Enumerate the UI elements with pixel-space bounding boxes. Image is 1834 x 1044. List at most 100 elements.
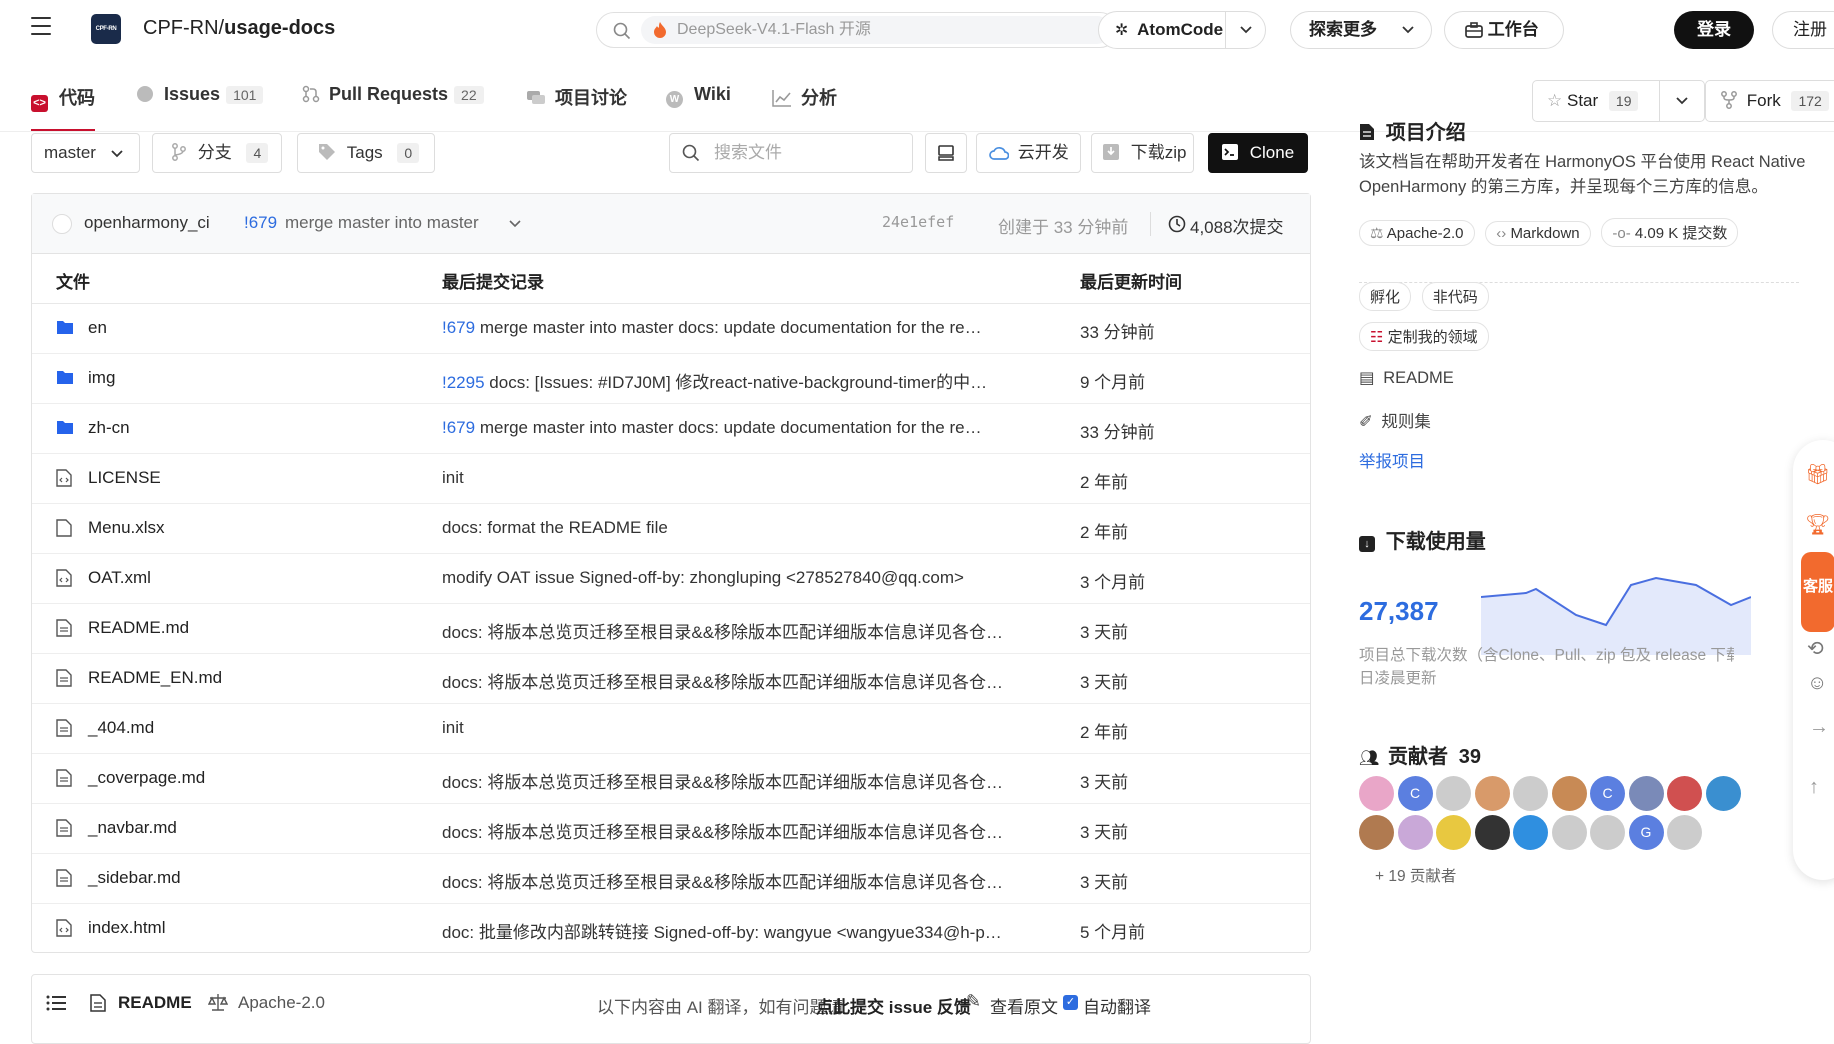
contributor-avatar[interactable]: [1667, 815, 1702, 850]
commit-message[interactable]: docs: 将版本总览页迁移至根目录&&移除版本匹配详细版本信息详见各仓…: [442, 618, 1022, 643]
file-row[interactable]: Menu.xlsx docs: format the README file 2 年…: [32, 504, 1310, 554]
tab-issues[interactable]: Issues 101: [137, 84, 264, 132]
tab-wiki[interactable]: W Wiki: [666, 84, 731, 132]
contributor-avatar[interactable]: [1513, 776, 1548, 811]
chevron-down-icon[interactable]: [1239, 25, 1253, 35]
commit-message[interactable]: docs: 将版本总览页迁移至根目录&&移除版本匹配详细版本信息详见各仓…: [442, 768, 1022, 793]
file-row[interactable]: README.md docs: 将版本总览页迁移至根目录&&移除版本匹配详细版本信…: [32, 604, 1310, 654]
tags-button[interactable]: Tags 0: [297, 133, 435, 173]
repo-owner[interactable]: CPF-RN/: [143, 17, 224, 39]
commits-badge[interactable]: -o- 4.09 K 提交数: [1601, 218, 1739, 247]
commit-message[interactable]: !2295 docs: [Issues: #ID7J0M] 修改react-na…: [442, 368, 1022, 393]
auto-translate-label[interactable]: 自动翻译: [1083, 993, 1151, 1018]
chevron-down-icon[interactable]: [1675, 96, 1689, 106]
tag-incubation[interactable]: 孵化: [1359, 282, 1412, 311]
file-row[interactable]: en !679 merge master into master docs: up…: [32, 304, 1310, 354]
arrow-right-icon[interactable]: →: [1809, 716, 1829, 739]
fork-button[interactable]: Fork 172: [1705, 80, 1834, 122]
readme-title[interactable]: README: [118, 993, 192, 1013]
tab-discussions[interactable]: 项目讨论: [526, 84, 627, 132]
register-button[interactable]: 注册: [1772, 11, 1834, 49]
file-row[interactable]: index.html doc: 批量修改内部跳转链接 Signed-off-by:…: [32, 904, 1310, 954]
commit-message[interactable]: merge master into master: [285, 213, 479, 233]
file-name[interactable]: README_EN.md: [88, 668, 222, 688]
workbench-button[interactable]: 工作台: [1444, 11, 1564, 49]
commit-message[interactable]: docs: 将版本总览页迁移至根目录&&移除版本匹配详细版本信息详见各仓…: [442, 668, 1022, 693]
tab-pull-requests[interactable]: Pull Requests 22: [302, 84, 484, 132]
readme-license[interactable]: Apache-2.0: [238, 993, 325, 1013]
commit-message[interactable]: init: [442, 718, 1022, 738]
contributor-avatar[interactable]: [1474, 815, 1510, 850]
file-name[interactable]: _navbar.md: [88, 818, 177, 838]
pr-link[interactable]: !679: [442, 318, 475, 337]
contributor-avatar[interactable]: [1397, 815, 1433, 850]
pr-link[interactable]: !2295: [442, 373, 485, 392]
back-to-top-icon[interactable]: ↑: [1809, 776, 1819, 799]
contributor-avatar[interactable]: [1436, 815, 1471, 850]
auto-translate-checkbox[interactable]: ✓: [1063, 995, 1078, 1010]
contributor-avatar[interactable]: [1359, 776, 1394, 811]
custom-domain-button[interactable]: ☷ 定制我的领域: [1359, 322, 1495, 351]
contributor-avatar[interactable]: [1551, 815, 1587, 850]
contributor-avatar[interactable]: [1590, 815, 1625, 850]
ai-feedback-link[interactable]: 点此提交 issue 反馈: [816, 993, 971, 1018]
repo-path[interactable]: CPF-RN/usage-docs: [143, 17, 335, 40]
contributor-avatar[interactable]: [1667, 776, 1702, 811]
contributor-avatar[interactable]: [1513, 815, 1548, 850]
more-contributors-link[interactable]: + 19 贡献者: [1375, 864, 1456, 886]
refresh-icon[interactable]: ⟲: [1807, 636, 1824, 661]
search-input[interactable]: DeepSeek-V4.1-Flash 开源: [641, 16, 1111, 44]
commit-message[interactable]: docs: format the README file: [442, 518, 1022, 538]
list-icon[interactable]: [46, 995, 66, 1011]
commit-message[interactable]: init: [442, 468, 1022, 488]
contributor-avatar[interactable]: [1359, 815, 1394, 850]
contributor-avatar[interactable]: C: [1397, 776, 1433, 811]
menu-icon[interactable]: [31, 17, 51, 37]
smile-icon[interactable]: ☺: [1807, 672, 1827, 695]
contributor-avatar[interactable]: C: [1590, 776, 1625, 811]
cloud-dev-button[interactable]: 云开发: [976, 133, 1081, 173]
file-name[interactable]: _sidebar.md: [88, 868, 181, 888]
contributor-avatar[interactable]: [1551, 776, 1587, 811]
login-button[interactable]: 登录: [1674, 11, 1754, 49]
chevron-down-icon[interactable]: [508, 219, 522, 229]
tab-analysis[interactable]: 分析: [772, 84, 837, 132]
repo-name[interactable]: usage-docs: [224, 17, 335, 39]
rules-link[interactable]: ✐ 规则集: [1359, 408, 1431, 432]
file-name[interactable]: Menu.xlsx: [88, 518, 165, 538]
file-name[interactable]: _404.md: [88, 718, 154, 738]
file-search-input[interactable]: 搜索文件: [669, 133, 913, 173]
web-ide-button[interactable]: [925, 133, 967, 173]
file-name[interactable]: LICENSE: [88, 468, 161, 488]
file-row[interactable]: _404.md init 2 年前: [32, 704, 1310, 754]
global-search[interactable]: DeepSeek-V4.1-Flash 开源: [596, 12, 1118, 48]
branch-select[interactable]: master: [31, 133, 140, 173]
file-row[interactable]: _sidebar.md docs: 将版本总览页迁移至根目录&&移除版本匹配详细版…: [32, 854, 1310, 904]
atomcode-button[interactable]: ✲ AtomCode: [1098, 11, 1266, 49]
star-button[interactable]: ☆ Star 19: [1532, 80, 1705, 122]
report-link[interactable]: 举报项目: [1359, 448, 1425, 472]
pr-link[interactable]: !679: [442, 418, 475, 437]
commit-message[interactable]: !679 merge master into master docs: upda…: [442, 318, 1022, 338]
contributor-avatar[interactable]: G: [1628, 815, 1664, 850]
file-name[interactable]: zh-cn: [88, 418, 130, 438]
contributor-avatar[interactable]: [1705, 776, 1741, 811]
avatar[interactable]: [52, 214, 72, 234]
gift-icon[interactable]: 🎁︎: [1805, 462, 1830, 487]
commit-message[interactable]: !679 merge master into master docs: upda…: [442, 418, 1022, 438]
branches-button[interactable]: 分支 4: [152, 133, 282, 173]
file-name[interactable]: index.html: [88, 918, 165, 938]
file-row[interactable]: zh-cn !679 merge master into master docs:…: [32, 404, 1310, 454]
file-row[interactable]: README_EN.md docs: 将版本总览页迁移至根目录&&移除版本匹配详细…: [32, 654, 1310, 704]
commit-message[interactable]: docs: 将版本总览页迁移至根目录&&移除版本匹配详细版本信息详见各仓…: [442, 868, 1022, 893]
language-badge[interactable]: ‹› Markdown: [1485, 221, 1591, 246]
license-badge[interactable]: ⚖ Apache-2.0: [1359, 220, 1475, 246]
file-row[interactable]: LICENSE init 2 年前: [32, 454, 1310, 504]
commit-count[interactable]: 4,088次提交: [1190, 213, 1284, 238]
tab-code[interactable]: <> 代码: [31, 84, 96, 132]
commit-message[interactable]: doc: 批量修改内部跳转链接 Signed-off-by: wangyue <…: [442, 918, 1022, 943]
download-zip-button[interactable]: 下载zip: [1091, 133, 1194, 173]
explore-more-button[interactable]: 探索更多: [1290, 11, 1432, 49]
file-name[interactable]: README.md: [88, 618, 189, 638]
commit-message[interactable]: docs: 将版本总览页迁移至根目录&&移除版本匹配详细版本信息详见各仓…: [442, 818, 1022, 843]
